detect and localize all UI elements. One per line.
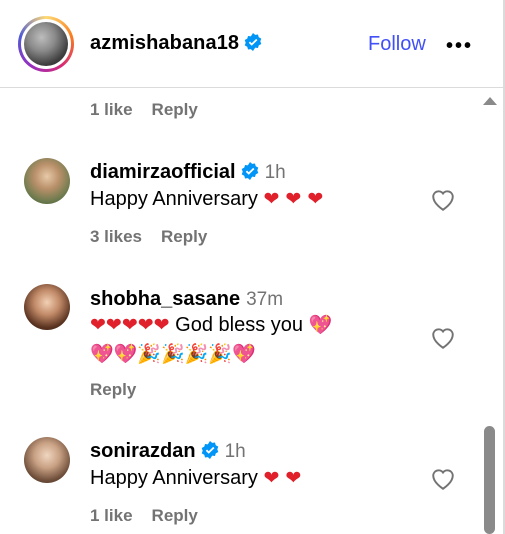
emoji-line: 💖💖🎉🎉🎉🎉💖 xyxy=(90,343,256,365)
like-heart-icon[interactable] xyxy=(430,467,456,491)
reply-button[interactable]: Reply xyxy=(152,506,198,525)
comment-text: Happy Anniversary ❤ ❤ xyxy=(90,464,301,493)
like-heart-icon[interactable] xyxy=(430,188,456,212)
post-header: azmishabana18 Follow ••• xyxy=(0,0,503,88)
comment-meta: Reply xyxy=(90,380,155,400)
comment-time: 1h xyxy=(224,441,246,462)
reply-button[interactable]: Reply xyxy=(90,380,136,399)
comment-text-content: Happy Anniversary xyxy=(90,188,258,210)
scroll-up-arrow-icon[interactable] xyxy=(483,97,497,105)
reply-button[interactable]: Reply xyxy=(152,100,198,119)
heart-emojis: ❤ ❤ ❤ xyxy=(263,188,324,210)
comment-avatar[interactable] xyxy=(24,437,70,483)
post-username-text[interactable]: azmishabana18 xyxy=(90,32,239,54)
comment-meta: 3 likes Reply xyxy=(90,227,226,247)
likes-count[interactable]: 1 like xyxy=(90,100,133,119)
comment-username[interactable]: shobha_sasane 37m xyxy=(90,288,283,311)
comment-username-text[interactable]: diamirzaofficial xyxy=(90,161,236,183)
comment-text: Happy Anniversary ❤ ❤ ❤ xyxy=(90,185,323,214)
verified-badge-icon xyxy=(244,33,262,51)
like-heart-icon[interactable] xyxy=(430,326,456,350)
verified-badge-icon xyxy=(201,441,218,459)
reply-button[interactable]: Reply xyxy=(161,227,207,246)
comment-text-content: Happy Anniversary xyxy=(90,467,258,489)
comment-username[interactable]: diamirzaofficial 1h xyxy=(90,161,286,184)
sparkling-heart-emoji: 💖 xyxy=(308,314,333,336)
comment-time: 1h xyxy=(264,162,286,183)
comment-text-content: God bless you xyxy=(175,314,304,336)
comment-username-text[interactable]: sonirazdan xyxy=(90,440,196,462)
comment-username[interactable]: sonirazdan 1h xyxy=(90,440,246,463)
heart-emojis: ❤❤❤❤❤ xyxy=(90,314,170,336)
heart-emojis: ❤ ❤ xyxy=(263,467,302,489)
follow-button[interactable]: Follow xyxy=(368,33,426,56)
post-username[interactable]: azmishabana18 xyxy=(90,32,262,55)
comment-text: ❤❤❤❤❤ God bless you 💖 💖💖🎉🎉🎉🎉💖 xyxy=(90,311,420,369)
comment-avatar[interactable] xyxy=(24,284,70,330)
likes-count[interactable]: 3 likes xyxy=(90,227,142,246)
verified-badge-icon xyxy=(241,162,258,180)
comment-username-text[interactable]: shobha_sasane xyxy=(90,288,240,310)
previous-comment-meta: 1 like Reply xyxy=(90,100,217,120)
scrollbar-thumb[interactable] xyxy=(484,426,495,534)
comment-meta: 1 like Reply xyxy=(90,506,217,526)
more-options-icon[interactable]: ••• xyxy=(446,35,473,58)
comment-time: 37m xyxy=(246,289,284,310)
comment-avatar[interactable] xyxy=(24,158,70,204)
profile-avatar[interactable] xyxy=(18,16,74,72)
likes-count[interactable]: 1 like xyxy=(90,506,133,525)
